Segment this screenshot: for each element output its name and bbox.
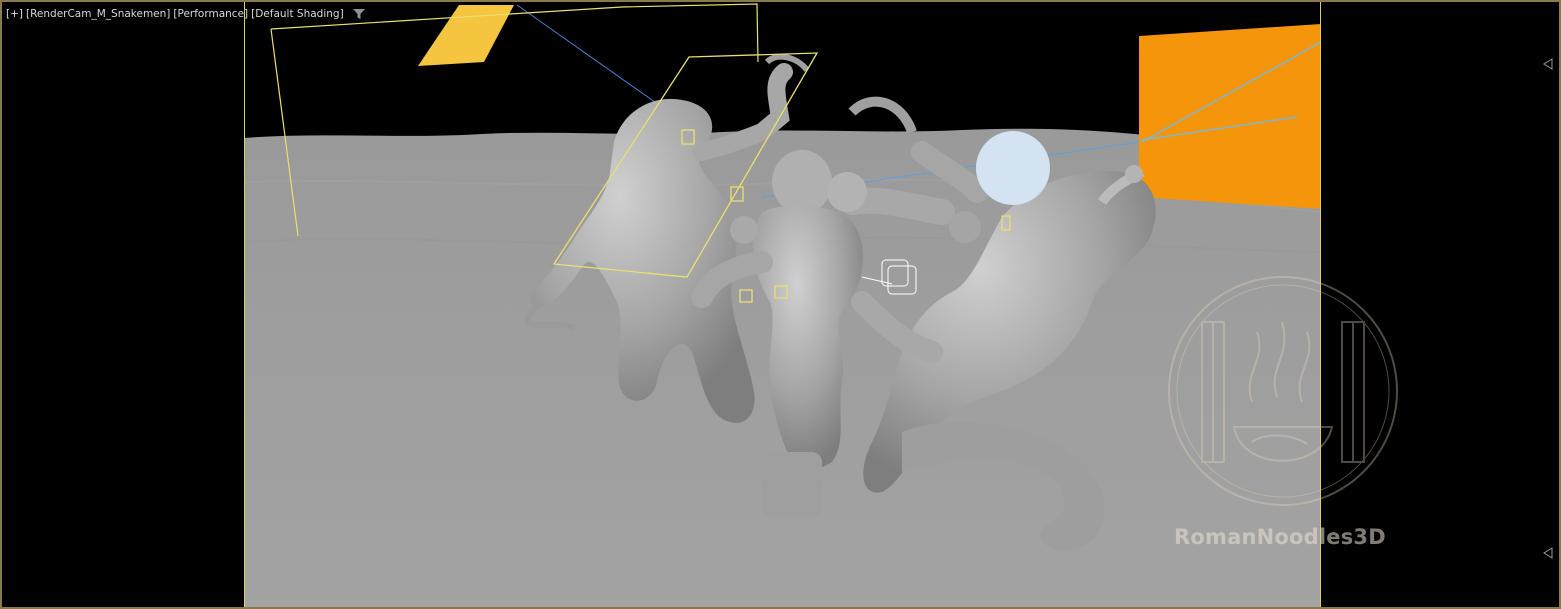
3d-viewport[interactable]: [+] [RenderCam_M_Snakemen] [Performance]… bbox=[0, 0, 1561, 609]
viewport-label-bar: [+] [RenderCam_M_Snakemen] [Performance]… bbox=[6, 8, 365, 20]
funnel-icon[interactable] bbox=[352, 8, 365, 20]
safe-frame bbox=[244, 2, 1321, 607]
watermark-text: RomanNoodles3D bbox=[1174, 525, 1386, 549]
viewport-performance-label[interactable]: [Performance] bbox=[173, 8, 248, 20]
timeline-top-marker-icon[interactable] bbox=[1543, 58, 1553, 70]
viewport-camera-label[interactable]: [RenderCam_M_Snakemen] bbox=[26, 8, 170, 20]
viewport-menu-plus[interactable]: [+] bbox=[6, 8, 23, 20]
viewport-shading-label[interactable]: [Default Shading] bbox=[251, 8, 344, 20]
timeline-bottom-marker-icon[interactable] bbox=[1543, 547, 1553, 559]
